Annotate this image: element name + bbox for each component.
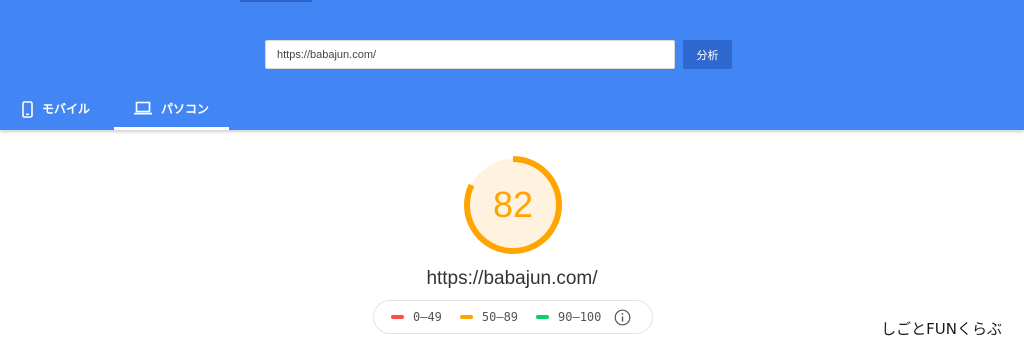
analyzed-url: https://babajun.com/ [426, 268, 598, 289]
legend-average-dot [459, 315, 473, 319]
url-input[interactable] [265, 40, 675, 69]
legend-average-label: 50–89 [481, 310, 519, 324]
legend-item-fail: 0–49 [391, 310, 442, 324]
performance-score-gauge: 82 [463, 155, 563, 255]
legend-pass-dot [536, 315, 550, 319]
header-bar: 分析 モバイル パソコン [0, 0, 1024, 130]
tab-mobile-label: モバイル [42, 102, 91, 116]
legend-item-average: 50–89 [459, 310, 519, 324]
legend-pass-label: 90–100 [558, 310, 602, 324]
analyze-button[interactable]: 分析 [683, 40, 732, 69]
tab-mobile[interactable]: モバイル [22, 95, 102, 128]
laptop-icon [133, 101, 152, 118]
score-legend: 0–49 50–89 90–100 [373, 300, 653, 334]
legend-fail-label: 0–49 [413, 310, 442, 324]
legend-item-pass: 90–100 [536, 310, 601, 324]
top-accent-line [240, 0, 312, 2]
active-tab-indicator [114, 127, 229, 130]
performance-score: 82 [492, 184, 534, 225]
tab-desktop-label: パソコン [160, 102, 209, 116]
smartphone-icon [22, 101, 33, 121]
legend-fail-dot [391, 315, 404, 319]
watermark: しごとFUNくらぶ [881, 320, 1002, 338]
info-icon[interactable] [614, 309, 631, 326]
tab-desktop[interactable]: パソコン [114, 95, 229, 128]
